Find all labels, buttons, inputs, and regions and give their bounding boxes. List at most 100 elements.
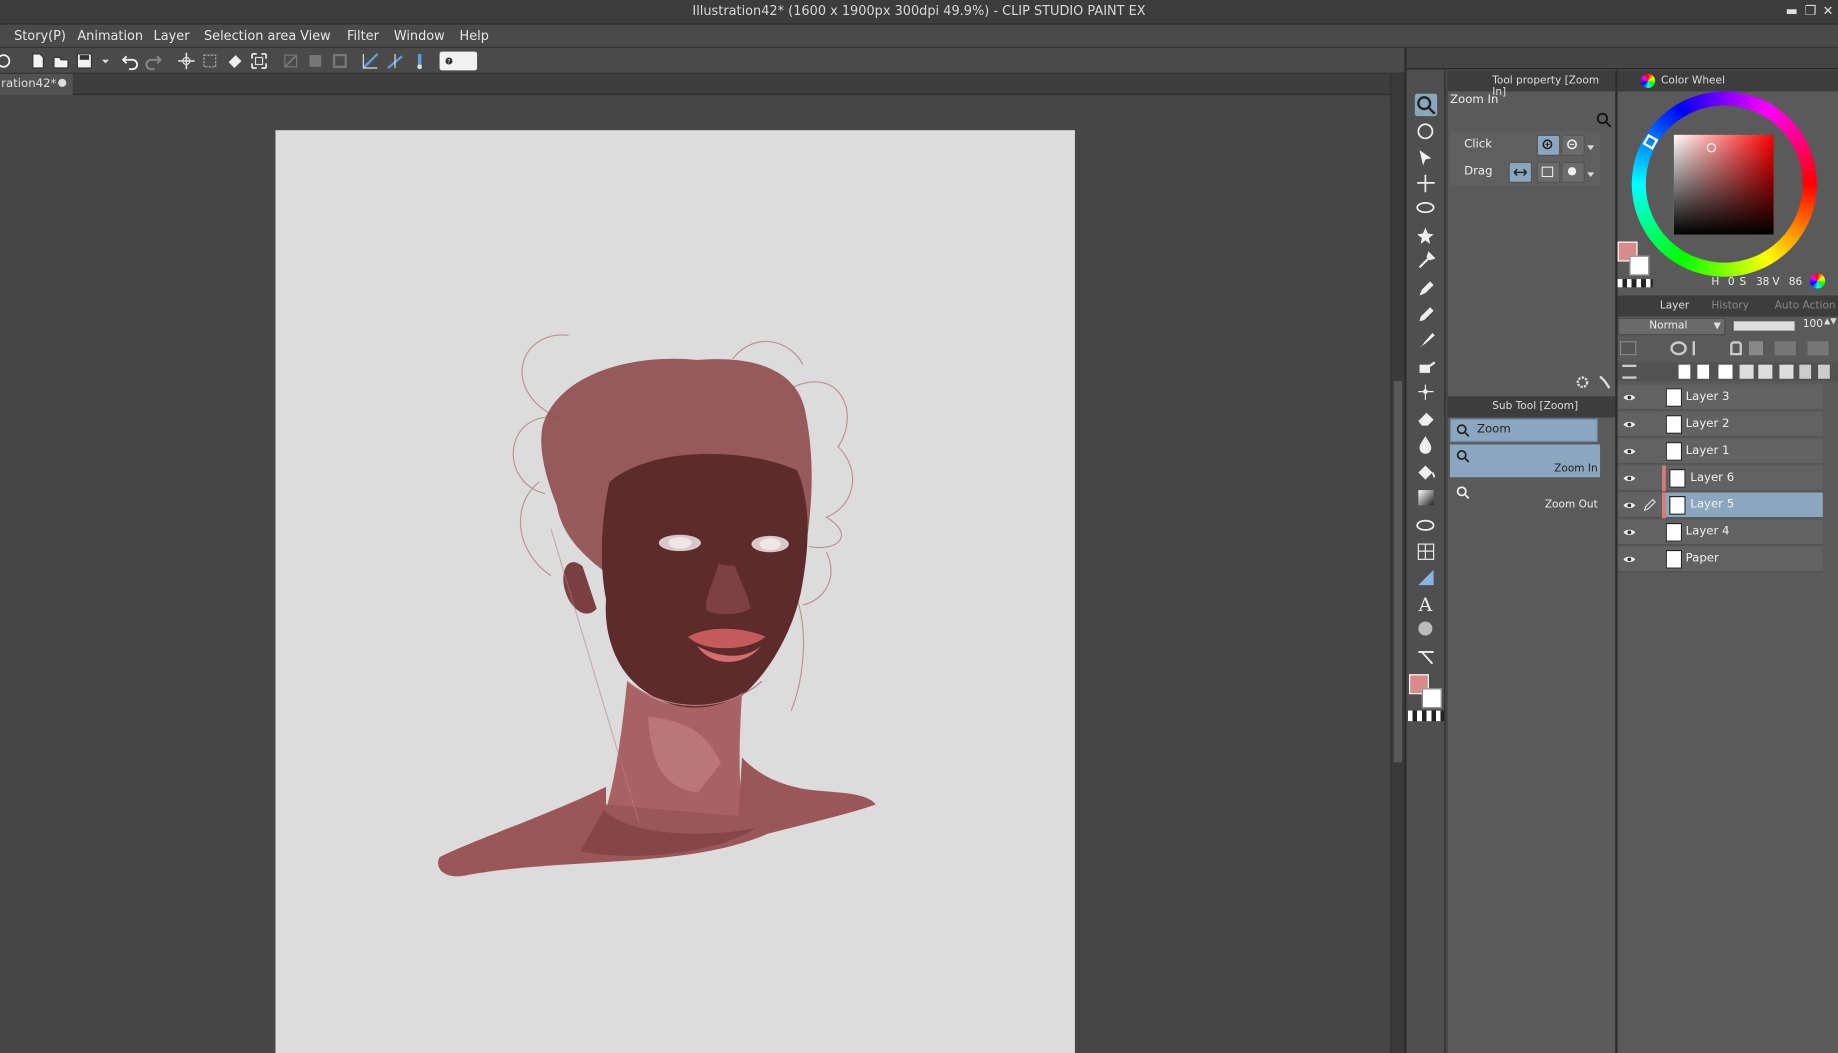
layer-row-body[interactable]: Paper (1662, 546, 1823, 572)
lock-layer-icon[interactable] (1730, 341, 1742, 356)
layer-row[interactable]: Paper (1617, 546, 1823, 573)
maximize-icon[interactable]: ❐ (1803, 4, 1818, 19)
lock-transparent-icon[interactable] (1748, 341, 1763, 356)
transfer-down-icon[interactable] (1739, 364, 1754, 379)
zoom-tool-icon[interactable] (1414, 93, 1438, 117)
menu-view[interactable]: View (300, 28, 331, 43)
gradient-tool-icon[interactable] (1415, 487, 1437, 509)
invert-selection-icon[interactable] (331, 52, 350, 71)
tool-property-tab-label[interactable]: Tool property [Zoom In] (1492, 75, 1615, 98)
brush-tool-icon[interactable] (1415, 330, 1437, 352)
snap-special-ruler-icon[interactable] (386, 52, 405, 71)
figure-tool-icon[interactable] (1415, 515, 1437, 537)
menu-window[interactable]: Window (394, 28, 445, 43)
drag-mode-rect-button[interactable] (1536, 161, 1561, 183)
canvas-area[interactable] (0, 96, 1391, 1053)
sub-tool-group-zoom[interactable]: Zoom (1450, 418, 1598, 443)
balloon-tool-icon[interactable] (1415, 618, 1437, 640)
eye-visibility-icon[interactable] (1622, 525, 1636, 539)
pencil-tool-icon[interactable] (1415, 304, 1437, 326)
frame-tool-icon[interactable] (1415, 541, 1437, 563)
layer-row-body[interactable]: Layer 3 (1662, 384, 1823, 410)
decoration-tool-icon[interactable] (1415, 381, 1437, 403)
clear-selection-icon[interactable] (281, 52, 300, 71)
eye-visibility-icon[interactable] (1622, 552, 1636, 566)
layer-row-body[interactable]: Layer 4 (1662, 519, 1823, 545)
new-raster-layer-icon[interactable] (1678, 364, 1691, 379)
document-tab[interactable]: ration42* ● (0, 73, 73, 95)
drag-mode-lens-button[interactable] (1561, 161, 1585, 183)
clip-studio-icon[interactable] (0, 52, 19, 71)
menu-layer[interactable]: Layer (154, 28, 190, 43)
open-file-icon[interactable] (52, 52, 71, 71)
create-mask-icon[interactable] (1779, 364, 1794, 379)
menu-animation[interactable]: Animation (77, 28, 143, 43)
blend-tool-icon[interactable] (1415, 433, 1437, 455)
ruler-display-icon[interactable] (1807, 341, 1829, 356)
reference-layer-icon[interactable] (1692, 341, 1705, 356)
mask-enable-icon[interactable] (1774, 341, 1796, 356)
auto-select-tool-icon[interactable] (1415, 224, 1437, 246)
save-dropdown-icon[interactable] (96, 52, 110, 71)
color-mode-icon[interactable] (1809, 273, 1826, 289)
layer-menu-icon[interactable] (1622, 364, 1637, 379)
redo-icon[interactable] (144, 52, 163, 71)
eyedropper-tool-icon[interactable] (1415, 250, 1437, 272)
drag-dropdown-icon[interactable] (1586, 167, 1595, 178)
color-wheel-tab-label[interactable]: Color Wheel (1661, 75, 1725, 87)
fit-icon[interactable] (200, 52, 219, 71)
layer-row[interactable]: Layer 1 (1617, 438, 1823, 465)
snap-ruler-icon[interactable] (361, 52, 380, 71)
minimize-icon[interactable]: ▬ (1784, 4, 1799, 19)
fill-icon[interactable] (225, 52, 244, 71)
drag-mode-scrub-button[interactable] (1508, 161, 1533, 183)
fill-tool-icon[interactable] (1415, 461, 1437, 483)
help-button[interactable]: ? (439, 51, 478, 71)
layer-row-body[interactable]: Layer 1 (1662, 438, 1823, 464)
pen-tool-icon[interactable] (1415, 278, 1437, 300)
object-tool-icon[interactable] (1415, 147, 1437, 169)
click-zoom-out-button[interactable] (1561, 134, 1585, 156)
document-tab-close[interactable]: ● (58, 77, 67, 89)
tool-settings-gear-icon[interactable] (1574, 374, 1590, 390)
delete-layer-icon[interactable] (1818, 364, 1830, 379)
layer-row[interactable]: Layer 6 (1617, 465, 1823, 492)
menu-filter[interactable]: Filter (347, 28, 379, 43)
undo-icon[interactable] (121, 52, 140, 71)
correct-line-tool-icon[interactable] (1415, 646, 1437, 668)
click-zoom-in-button[interactable] (1536, 134, 1561, 156)
merge-down-icon[interactable] (1758, 364, 1773, 379)
sub-tool-zoom-out[interactable]: Zoom Out (1450, 481, 1600, 514)
tool-settings-wrench-icon[interactable] (1597, 374, 1613, 390)
layer-row[interactable]: Layer 5 (1617, 492, 1823, 519)
eye-visibility-icon[interactable] (1622, 444, 1636, 458)
text-tool-icon[interactable]: A (1415, 592, 1437, 615)
new-vector-layer-icon[interactable] (1697, 364, 1710, 379)
reset-tool-icon[interactable] (1595, 111, 1612, 128)
layer-row-body[interactable]: Layer 6 (1662, 465, 1823, 492)
canvas-vertical-scrollbar[interactable] (1390, 73, 1405, 1053)
apply-mask-icon[interactable] (1799, 364, 1812, 379)
opacity-slider[interactable] (1732, 320, 1796, 332)
color-sub-swatch[interactable] (1629, 255, 1650, 276)
close-icon[interactable]: ✕ (1820, 4, 1835, 19)
ruler-tool-icon[interactable] (1415, 566, 1437, 588)
layer-row-body[interactable]: Layer 2 (1662, 411, 1823, 437)
layer-row-body[interactable]: Layer 5 (1662, 492, 1823, 519)
eraser-tool-icon[interactable] (1415, 407, 1437, 429)
transparent-swatch[interactable] (1617, 279, 1653, 288)
airbrush-tool-icon[interactable] (1415, 355, 1437, 377)
opacity-value[interactable]: 100 (1803, 319, 1823, 331)
transform-icon[interactable] (177, 52, 196, 71)
auto-action-tab[interactable]: Auto Action (1775, 300, 1836, 312)
sub-tool-zoom-in[interactable]: Zoom In (1450, 444, 1601, 478)
new-file-icon[interactable] (28, 52, 47, 71)
menu-selection-area[interactable]: Selection area (204, 28, 296, 43)
eye-visibility-icon[interactable] (1622, 417, 1636, 431)
paper-canvas[interactable] (275, 130, 1075, 1053)
menu-help[interactable]: Help (460, 28, 489, 43)
eye-visibility-icon[interactable] (1622, 471, 1636, 485)
eye-visibility-icon[interactable] (1622, 390, 1636, 404)
sub-color-swatch[interactable] (1421, 688, 1442, 709)
eye-visibility-icon[interactable] (1622, 498, 1636, 512)
